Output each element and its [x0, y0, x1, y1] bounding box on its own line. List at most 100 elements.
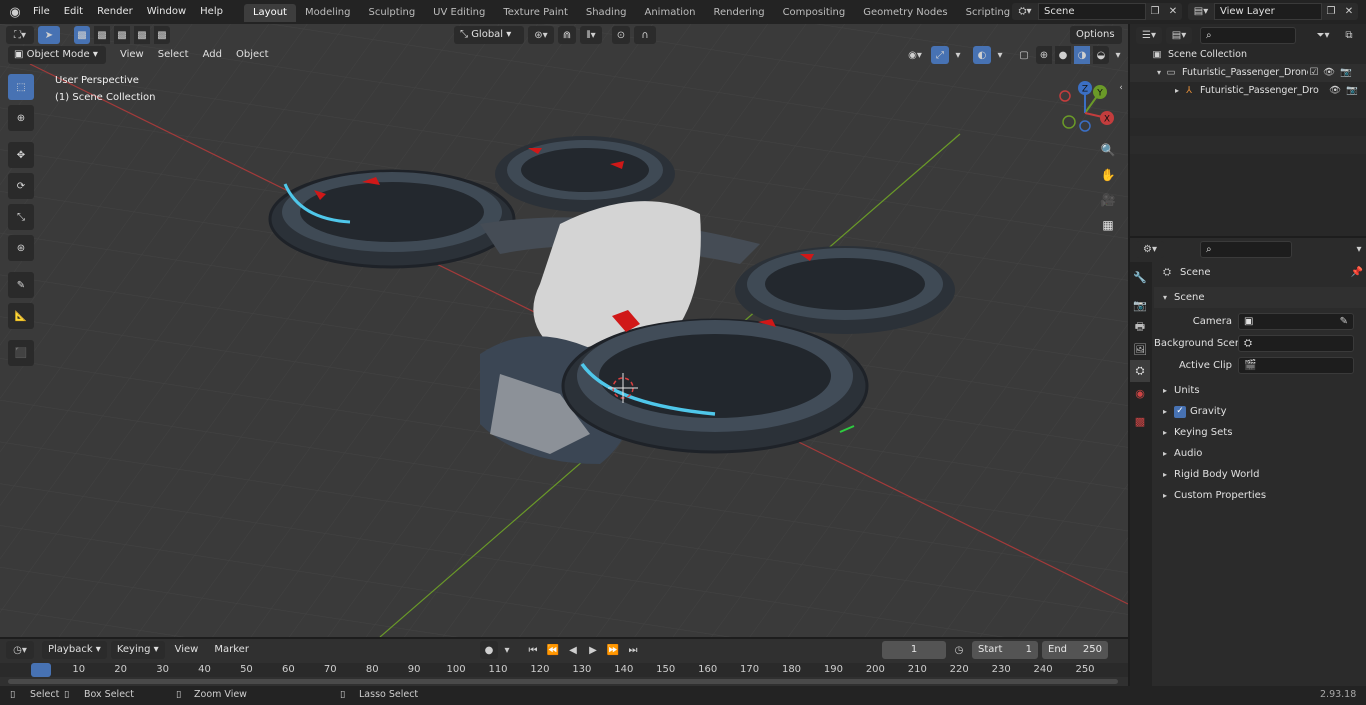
sidebar-toggle-icon[interactable]: ‹ [1116, 82, 1126, 94]
audio-panel[interactable]: ▸ Audio [1154, 443, 1366, 464]
overlays-dropdown-icon[interactable]: ▾ [994, 46, 1006, 64]
tab-output-icon[interactable]: 🖶 [1130, 316, 1150, 338]
timeline-view-menu[interactable]: View [169, 641, 205, 659]
overlays-toggle-icon[interactable]: ◐ [973, 46, 991, 64]
pan-hand-icon[interactable]: ✋ [1098, 165, 1118, 185]
scene-panel-header[interactable]: ▾ Scene [1154, 287, 1366, 308]
tab-scene-icon[interactable]: ⛭ [1130, 360, 1150, 382]
select-mode-extend-icon[interactable]: ▩ [94, 26, 110, 44]
current-frame-field[interactable]: 1 [882, 641, 946, 659]
end-frame-field[interactable]: End 250 [1042, 641, 1108, 659]
camera-field[interactable]: ▣ ✎ [1238, 313, 1354, 330]
camera-view-icon[interactable]: 🎥 [1098, 190, 1118, 210]
expand-arrow-icon[interactable]: ▸ [1172, 82, 1182, 100]
pin-icon[interactable]: 📌 [1348, 262, 1366, 283]
scene-name-field[interactable]: Scene [1038, 3, 1146, 20]
options-dropdown[interactable]: Options ▾ [1070, 26, 1122, 58]
current-frame-indicator[interactable] [31, 663, 51, 677]
marker-menu[interactable]: Marker [208, 641, 255, 659]
editor-type-icon[interactable]: ⛶▾ [6, 26, 34, 44]
tab-compositing[interactable]: Compositing [774, 4, 855, 22]
preview-range-icon[interactable]: ◷ [950, 641, 968, 659]
outliner-scene-collection[interactable]: ▣ Scene Collection [1130, 46, 1366, 64]
menu-select[interactable]: Select [152, 46, 195, 64]
play-reverse-icon[interactable]: ◀ [564, 641, 582, 659]
keying-sets-panel[interactable]: ▸ Keying Sets [1154, 422, 1366, 443]
shading-wireframe-icon[interactable]: ⊕ [1036, 46, 1052, 64]
snap-icon[interactable]: ⋒ [558, 26, 576, 44]
outliner-search-input[interactable]: ⌕ [1200, 27, 1296, 44]
keying-menu[interactable]: Keying ▾ [110, 641, 165, 659]
perspective-grid-icon[interactable]: ▦ [1098, 215, 1118, 235]
rigid-body-world-panel[interactable]: ▸ Rigid Body World [1154, 464, 1366, 485]
tool-move-icon[interactable]: ✥ [8, 142, 34, 168]
menu-add[interactable]: Add [197, 46, 228, 64]
tool-transform-icon[interactable]: ⊛ [8, 235, 34, 261]
tab-texture-icon[interactable]: ▩ [1130, 410, 1150, 432]
tab-animation[interactable]: Animation [636, 4, 705, 22]
select-tool-icon[interactable]: ➤ [38, 26, 60, 44]
tab-tool-icon[interactable]: 🔧 [1130, 266, 1150, 288]
jump-keyframe-back-icon[interactable]: ⏪ [544, 641, 562, 659]
delete-scene-icon[interactable]: ✕ [1164, 3, 1182, 20]
proportional-falloff-icon[interactable]: ∩ [634, 26, 656, 44]
gizmo-toggle-icon[interactable]: ⤢ [931, 46, 949, 64]
expand-arrow-icon[interactable]: ▾ [1154, 64, 1164, 82]
tab-rendering[interactable]: Rendering [704, 4, 773, 22]
playback-menu[interactable]: Playback ▾ [42, 641, 107, 659]
menu-view[interactable]: View [114, 46, 150, 64]
start-frame-field[interactable]: Start 1 [972, 641, 1038, 659]
background-scene-field[interactable]: ⛭ [1238, 335, 1354, 352]
proportional-edit-icon[interactable]: ⊙ [612, 26, 630, 44]
zoom-icon[interactable]: 🔍 [1098, 140, 1118, 160]
properties-search-input[interactable]: ⌕ [1200, 241, 1292, 258]
include-checkbox-icon[interactable]: ☑ [1308, 64, 1320, 82]
tab-scripting[interactable]: Scripting [957, 4, 1019, 22]
shading-dropdown-icon[interactable]: ▾ [1112, 46, 1124, 64]
tab-layout[interactable]: Layout [243, 4, 296, 22]
hide-eye-icon[interactable]: 👁 [1320, 64, 1338, 82]
delete-view-layer-icon[interactable]: ✕ [1340, 3, 1358, 20]
tab-view-layer-icon[interactable]: 🖼 [1130, 338, 1150, 360]
menu-window[interactable]: Window [140, 0, 193, 24]
tab-shading[interactable]: Shading [577, 4, 636, 22]
select-mode-intersect-icon[interactable]: ▩ [154, 26, 170, 44]
frame-ruler[interactable]: 1102030405060708090100110120130140150160… [0, 663, 1128, 677]
properties-options-icon[interactable]: ▾ [1350, 241, 1366, 258]
hide-eye-icon[interactable]: 👁 [1326, 82, 1344, 100]
timeline-scrollbar[interactable] [8, 679, 1118, 684]
new-scene-icon[interactable]: ❐ [1146, 3, 1164, 20]
shading-rendered-icon[interactable]: ◒ [1093, 46, 1109, 64]
xray-icon[interactable]: ▢ [1015, 46, 1033, 64]
display-mode-icon[interactable]: ▤▾ [1166, 27, 1192, 44]
eyedropper-icon[interactable]: ✎ [1340, 314, 1348, 329]
custom-properties-panel[interactable]: ▸ Custom Properties [1154, 485, 1366, 506]
menu-render[interactable]: Render [90, 0, 140, 24]
gizmo-dropdown-icon[interactable]: ▾ [952, 46, 964, 64]
new-collection-icon[interactable]: ⧉ [1340, 27, 1358, 44]
active-clip-field[interactable]: 🎬 [1238, 357, 1354, 374]
tab-sculpting[interactable]: Sculpting [359, 4, 424, 22]
tab-modeling[interactable]: Modeling [296, 4, 360, 22]
tool-annotate-icon[interactable]: ✎ [8, 272, 34, 298]
render-camera-icon[interactable]: 📷 [1344, 82, 1360, 100]
view-layer-icon[interactable]: ▤▾ [1188, 3, 1214, 20]
select-mode-invert-icon[interactable]: ▩ [134, 26, 150, 44]
jump-end-icon[interactable]: ⏭ [624, 641, 642, 659]
scene-icon[interactable]: ⛭▾ [1012, 3, 1038, 20]
tab-render-icon[interactable]: 📷 [1130, 294, 1150, 316]
timeline-editor-icon[interactable]: ◷▾ [6, 641, 34, 659]
snap-target-icon[interactable]: ⫴▾ [580, 26, 602, 44]
transform-orientation-dropdown[interactable]: ⤡ Global ▾ [454, 26, 524, 44]
shading-solid-icon[interactable]: ● [1055, 46, 1071, 64]
record-options-icon[interactable]: ▾ [500, 641, 514, 659]
menu-edit[interactable]: Edit [57, 0, 90, 24]
pivot-point-icon[interactable]: ⊛▾ [528, 26, 554, 44]
outliner-item-collection[interactable]: ▾ ▭ Futuristic_Passenger_Drone_C ☑ 👁 📷 [1130, 64, 1366, 82]
select-mode-new-icon[interactable]: ▩ [74, 26, 90, 44]
menu-file[interactable]: File [26, 0, 57, 24]
outliner-item-object[interactable]: ▸ ⅄ Futuristic_Passenger_Dro 👁 📷 [1130, 82, 1366, 100]
visibility-icon[interactable]: ◉▾ [902, 46, 928, 64]
tool-cursor-icon[interactable]: ⊕ [8, 105, 34, 131]
tool-measure-icon[interactable]: 📐 [8, 303, 34, 329]
